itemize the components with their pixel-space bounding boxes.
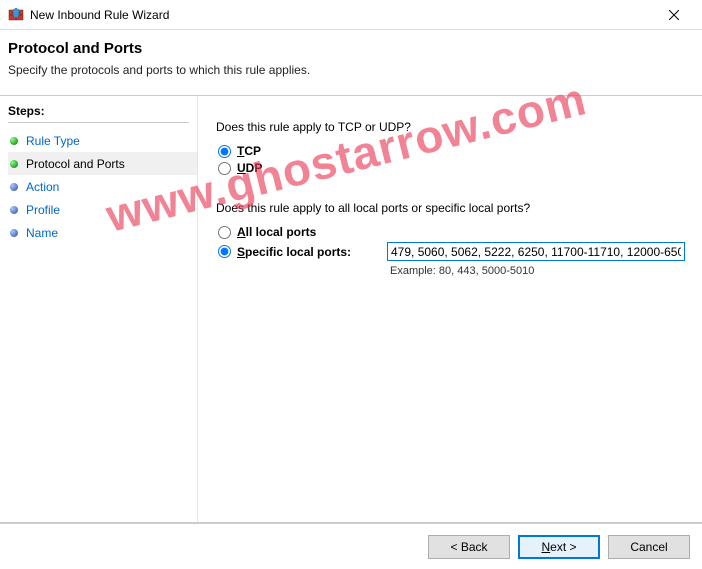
page-subtitle: Specify the protocols and ports to which… xyxy=(8,63,694,77)
ports-example: Example: 80, 443, 5000-5010 xyxy=(390,265,688,277)
titlebar: New Inbound Rule Wizard xyxy=(0,0,702,30)
back-button[interactable]: < Back xyxy=(428,535,510,559)
step-name[interactable]: Name xyxy=(8,221,197,244)
specific-ports-input[interactable] xyxy=(387,242,685,261)
next-button[interactable]: Next > xyxy=(518,535,600,559)
step-bullet-icon xyxy=(10,137,18,145)
step-label: Name xyxy=(26,226,58,240)
step-rule-type[interactable]: Rule Type xyxy=(8,129,197,152)
firewall-icon xyxy=(8,7,24,23)
step-profile[interactable]: Profile xyxy=(8,198,197,221)
all-ports-radio[interactable] xyxy=(218,226,231,239)
step-label: Profile xyxy=(26,203,60,217)
step-label: Action xyxy=(26,180,59,194)
step-bullet-icon xyxy=(10,183,18,191)
tcp-radio[interactable] xyxy=(218,145,231,158)
protocol-question: Does this rule apply to TCP or UDP? xyxy=(216,120,688,134)
step-label: Protocol and Ports xyxy=(26,157,125,171)
tcp-label[interactable]: TCP xyxy=(237,144,261,158)
tcp-option-row: TCP xyxy=(216,144,688,158)
step-protocol-and-ports[interactable]: Protocol and Ports xyxy=(8,152,197,175)
wizard-content: Does this rule apply to TCP or UDP? TCP … xyxy=(198,96,702,522)
cancel-button[interactable]: Cancel xyxy=(608,535,690,559)
specific-ports-label[interactable]: Specific local ports: xyxy=(237,245,387,259)
steps-heading: Steps: xyxy=(8,102,189,123)
specific-ports-radio[interactable] xyxy=(218,245,231,258)
specific-ports-option-row: Specific local ports: xyxy=(216,242,688,261)
close-icon xyxy=(669,10,679,20)
wizard-header: Protocol and Ports Specify the protocols… xyxy=(0,30,702,95)
udp-label[interactable]: UDP xyxy=(237,161,262,175)
udp-option-row: UDP xyxy=(216,161,688,175)
steps-sidebar: Steps: Rule Type Protocol and Ports Acti… xyxy=(0,96,198,522)
page-title: Protocol and Ports xyxy=(8,40,694,57)
udp-radio[interactable] xyxy=(218,162,231,175)
step-label: Rule Type xyxy=(26,134,80,148)
step-action[interactable]: Action xyxy=(8,175,197,198)
step-bullet-icon xyxy=(10,229,18,237)
close-button[interactable] xyxy=(654,1,694,29)
wizard-footer: < Back Next > Cancel xyxy=(0,523,702,569)
step-bullet-icon xyxy=(10,160,18,168)
all-ports-label[interactable]: All local ports xyxy=(237,225,316,239)
all-ports-option-row: All local ports xyxy=(216,225,688,239)
window-title: New Inbound Rule Wizard xyxy=(30,8,169,22)
step-bullet-icon xyxy=(10,206,18,214)
ports-question: Does this rule apply to all local ports … xyxy=(216,201,688,215)
